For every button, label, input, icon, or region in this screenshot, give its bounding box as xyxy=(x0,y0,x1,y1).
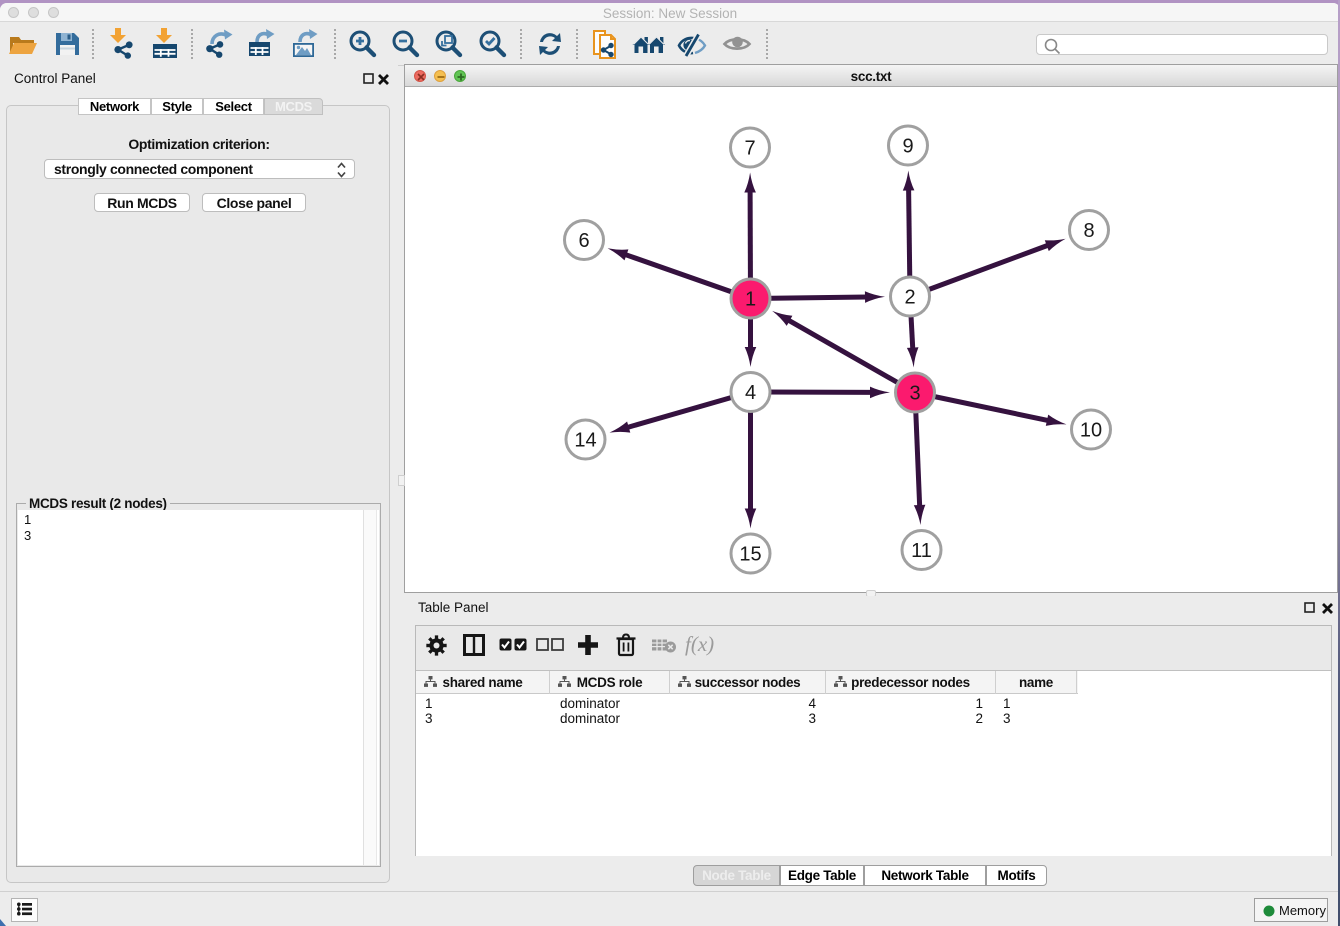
svg-text:3: 3 xyxy=(909,383,920,405)
svg-text:10: 10 xyxy=(1080,420,1102,442)
svg-text:4: 4 xyxy=(745,382,756,404)
svg-text:1: 1 xyxy=(745,289,756,311)
svg-text:9: 9 xyxy=(902,136,913,158)
svg-text:6: 6 xyxy=(578,230,589,252)
svg-text:7: 7 xyxy=(744,138,755,160)
svg-text:15: 15 xyxy=(739,544,761,566)
svg-text:14: 14 xyxy=(574,430,596,452)
svg-text:8: 8 xyxy=(1083,220,1094,242)
svg-text:2: 2 xyxy=(904,287,915,309)
svg-text:11: 11 xyxy=(911,540,932,562)
